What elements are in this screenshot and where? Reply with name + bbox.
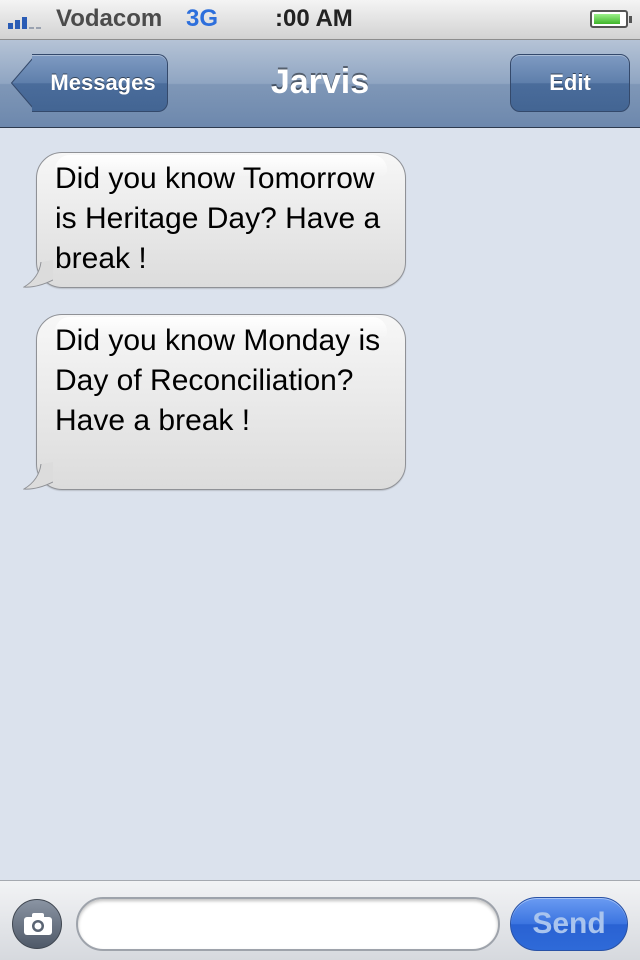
incoming-message-bubble[interactable]: Did you know Monday is Day of Reconcilia… bbox=[23, 314, 406, 490]
bubble-tail bbox=[23, 260, 53, 288]
send-button[interactable]: Send bbox=[510, 897, 628, 951]
status-bar: Vodacom 3G :00 AM bbox=[0, 0, 640, 40]
message-text: Did you know Monday is Day of Reconcilia… bbox=[55, 324, 381, 437]
conversation-title: Jarvis bbox=[270, 63, 370, 101]
bubble-tail bbox=[23, 462, 53, 490]
message-list[interactable]: Did you know Tomorrow is Heritage Day? H… bbox=[0, 128, 640, 880]
network-type: 3G bbox=[186, 5, 219, 32]
compose-bar: Send bbox=[0, 880, 640, 960]
back-button[interactable]: Messages bbox=[10, 54, 168, 112]
back-button-label: Messages bbox=[50, 70, 156, 95]
camera-button[interactable] bbox=[12, 899, 62, 949]
clock: :00 AM bbox=[275, 5, 353, 32]
signal-strength-icon bbox=[8, 15, 48, 29]
battery-icon bbox=[590, 10, 632, 28]
message-input[interactable] bbox=[76, 897, 500, 951]
camera-icon bbox=[24, 913, 52, 935]
edit-button[interactable]: Edit bbox=[510, 54, 630, 112]
incoming-message-bubble[interactable]: Did you know Tomorrow is Heritage Day? H… bbox=[23, 152, 406, 288]
nav-bar: Messages Jarvis Edit bbox=[0, 40, 640, 128]
message-text: Did you know Tomorrow is Heritage Day? H… bbox=[55, 162, 381, 275]
carrier-name: Vodacom bbox=[56, 5, 163, 32]
